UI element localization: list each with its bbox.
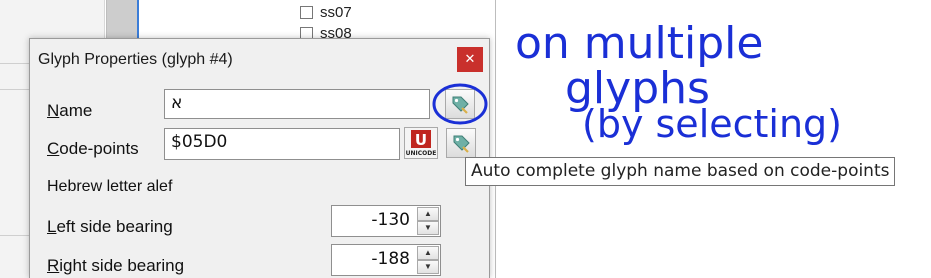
auto-name-button[interactable]	[445, 89, 475, 119]
feature-checkbox[interactable]	[300, 5, 313, 19]
list-item-label: ss07	[320, 3, 352, 21]
tooltip: Auto complete glyph name based on code-p…	[465, 157, 896, 186]
name-input[interactable]: א	[164, 89, 430, 119]
close-button[interactable]: ✕	[457, 47, 483, 72]
dialog-title: Glyph Properties (glyph #4)	[38, 51, 233, 68]
name-label: Name	[47, 101, 92, 121]
screenshot-stage: ss07 ss08 Glyph Properties (glyph #4) ✕ …	[0, 0, 931, 278]
codepoints-input[interactable]: $05D0	[164, 128, 400, 160]
annotation-line: glyphs	[565, 63, 710, 114]
codepoints-label-accesskey: C	[47, 139, 60, 158]
left-side-bearing-spinbox[interactable]: -130 ▲ ▼	[331, 205, 441, 237]
increment-button[interactable]: ▲	[417, 246, 439, 260]
auto-codepoint-button[interactable]	[446, 128, 476, 158]
increment-button[interactable]: ▲	[417, 207, 439, 221]
tag-icon	[452, 96, 469, 114]
spin-buttons: ▲ ▼	[417, 207, 439, 235]
background-divider	[495, 0, 496, 278]
list-item[interactable]: ss07	[300, 3, 352, 21]
annotation-line: (by selecting)	[582, 102, 842, 146]
svg-text:UNICODE: UNICODE	[406, 150, 437, 157]
decrement-button[interactable]: ▼	[417, 260, 439, 274]
decrement-button[interactable]: ▼	[417, 221, 439, 235]
svg-text:U: U	[415, 131, 427, 149]
name-label-rest: ame	[59, 101, 93, 120]
annotation-line: on multiple	[515, 18, 763, 69]
unicode-lookup-button[interactable]: U UNICODE	[404, 127, 438, 159]
lsb-label-rest: eft side bearing	[56, 217, 173, 236]
name-label-accesskey: N	[47, 101, 60, 120]
unicode-logo-icon: U UNICODE	[406, 130, 437, 157]
rsb-label-rest: ight side bearing	[59, 256, 185, 275]
left-side-bearing-label: Left side bearing	[47, 217, 173, 237]
glyph-description: Hebrew letter alef	[47, 178, 173, 195]
right-side-bearing-spinbox[interactable]: -188 ▲ ▼	[331, 244, 441, 276]
codepoints-label-rest: ode-points	[59, 139, 139, 158]
right-side-bearing-value: -188	[371, 249, 410, 269]
rsb-label-accesskey: R	[47, 256, 60, 275]
left-side-bearing-value: -130	[371, 210, 410, 230]
codepoints-label: Code-points	[47, 139, 139, 159]
tag-icon	[453, 135, 470, 153]
spin-buttons: ▲ ▼	[417, 246, 439, 274]
glyph-properties-dialog: Glyph Properties (glyph #4) ✕ Name א Cod…	[29, 38, 490, 278]
right-side-bearing-label: Right side bearing	[47, 256, 184, 276]
